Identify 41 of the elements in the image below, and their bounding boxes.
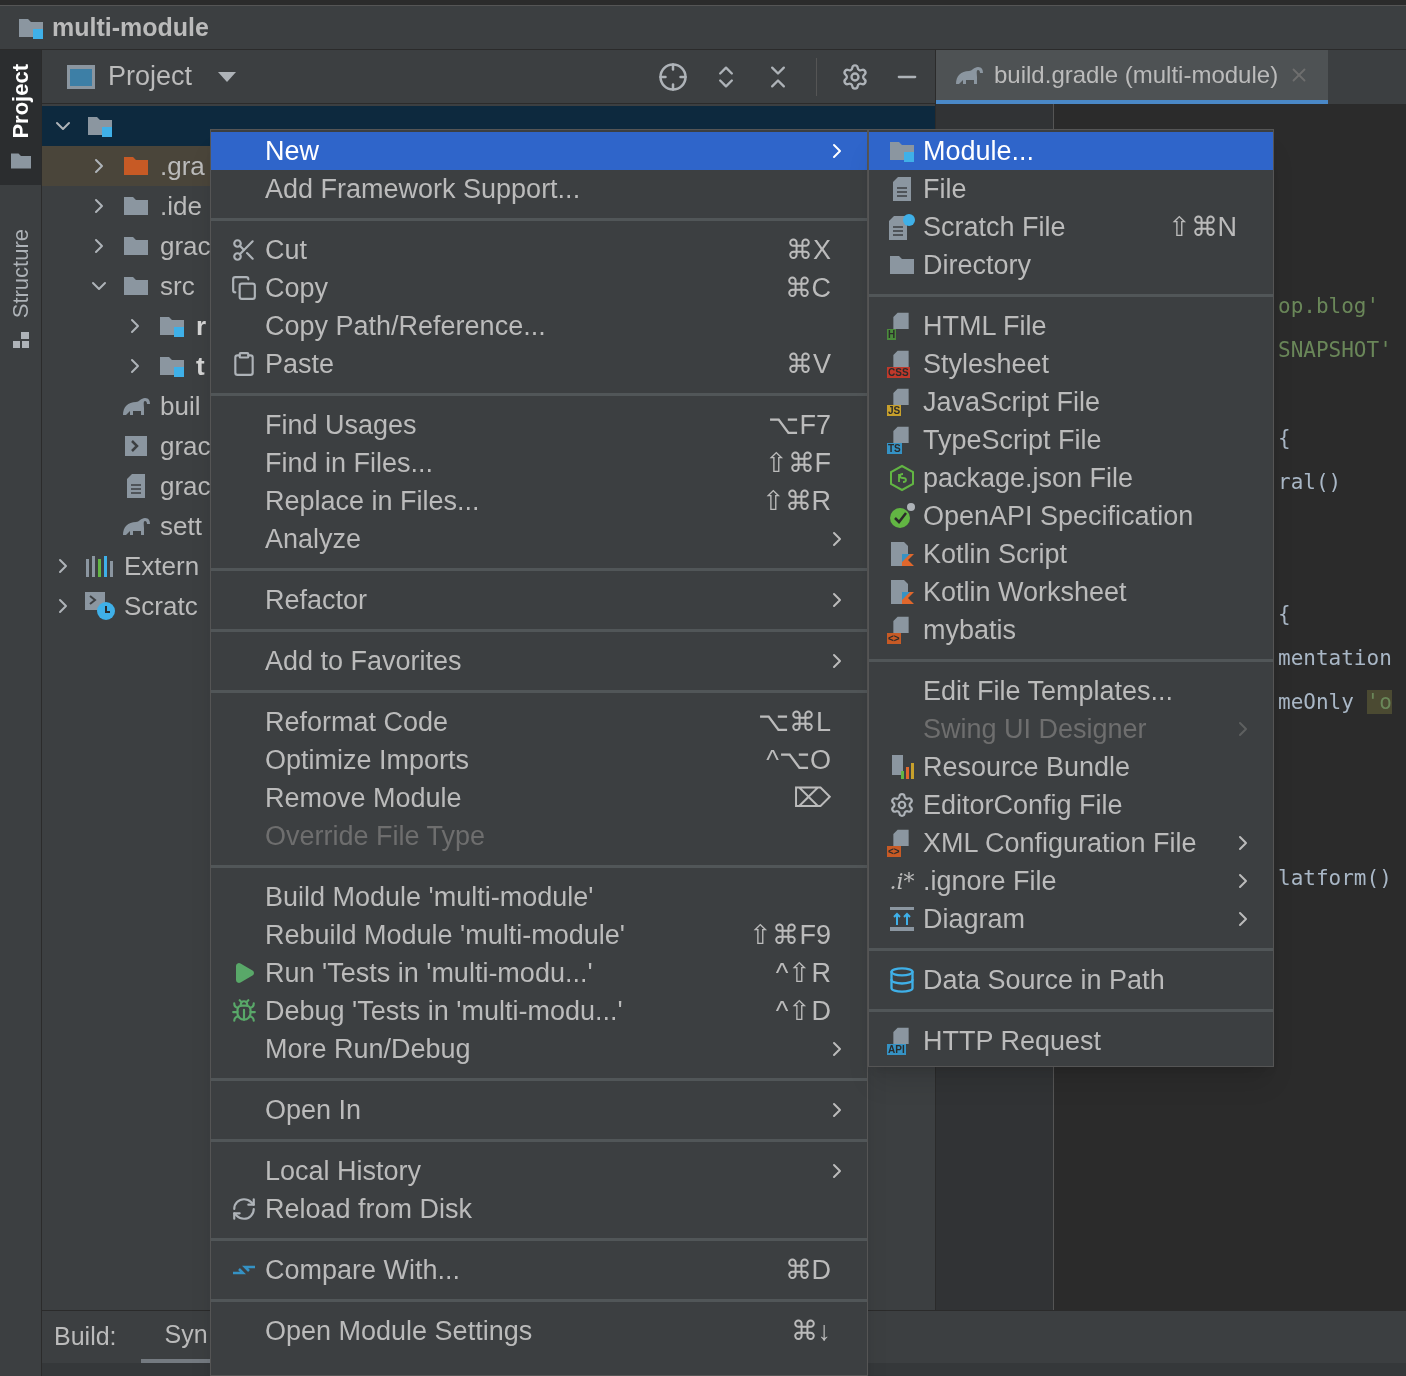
code-line: meOnly 'o — [1278, 689, 1392, 716]
code-line: op.blog' — [1278, 293, 1380, 320]
shortcut-label: ⌥⌘L — [757, 705, 832, 739]
tree-item-label: grac — [160, 429, 211, 463]
shortcut-label: ^⇧D — [775, 994, 832, 1028]
shortcut-label: ⌘D — [784, 1253, 832, 1287]
shortcut-label: ⌥F7 — [768, 408, 832, 442]
shortcut-label: ⌘↓ — [790, 1314, 832, 1348]
tree-item-label: grac — [160, 469, 211, 503]
tree-item-label: src — [160, 269, 195, 303]
shortcut-label: ⌘V — [786, 347, 832, 381]
code-line: mentation — [1278, 645, 1392, 672]
shortcut-label: ⇧⌘F9 — [749, 918, 832, 952]
tool-window-label: Project — [7, 64, 34, 139]
code-line: latform() — [1278, 865, 1392, 892]
tree-item-label: buil — [160, 389, 201, 423]
ignore-file-glyph: .i* — [889, 867, 915, 896]
tree-item-label: grac — [160, 229, 211, 263]
code-line: { — [1278, 425, 1291, 452]
shortcut-label: ⇧⌘F — [764, 446, 832, 480]
tree-item-label: r — [196, 309, 207, 343]
code-line: { — [1278, 601, 1291, 628]
tree-item-label: Extern — [124, 549, 200, 583]
shortcut-label: ^⇧R — [775, 956, 832, 990]
window-title: multi-module — [52, 11, 209, 43]
shortcut-label: ⌘C — [784, 271, 832, 305]
tree-item-label: .ide — [160, 189, 202, 223]
panel-title: Project — [108, 60, 193, 94]
tree-item-label: Scratc — [124, 589, 198, 623]
tree-item-label: .gra — [160, 149, 205, 183]
tree-item-label: t — [196, 349, 205, 383]
code-line: ral() — [1278, 469, 1342, 496]
tool-window-label: Structure — [7, 228, 34, 318]
shortcut-label: ⌘X — [786, 233, 832, 267]
panel-label: Build: — [54, 1321, 117, 1353]
code-line: SNAPSHOT' — [1278, 337, 1392, 364]
shortcut-label: ⌦ — [793, 781, 832, 815]
shortcut-label: ⇧⌘N — [1167, 210, 1238, 244]
shortcut-label: ⇧⌘R — [761, 484, 832, 518]
shortcut-label: ^⌥O — [766, 743, 832, 777]
tree-item-label: sett — [160, 509, 202, 543]
